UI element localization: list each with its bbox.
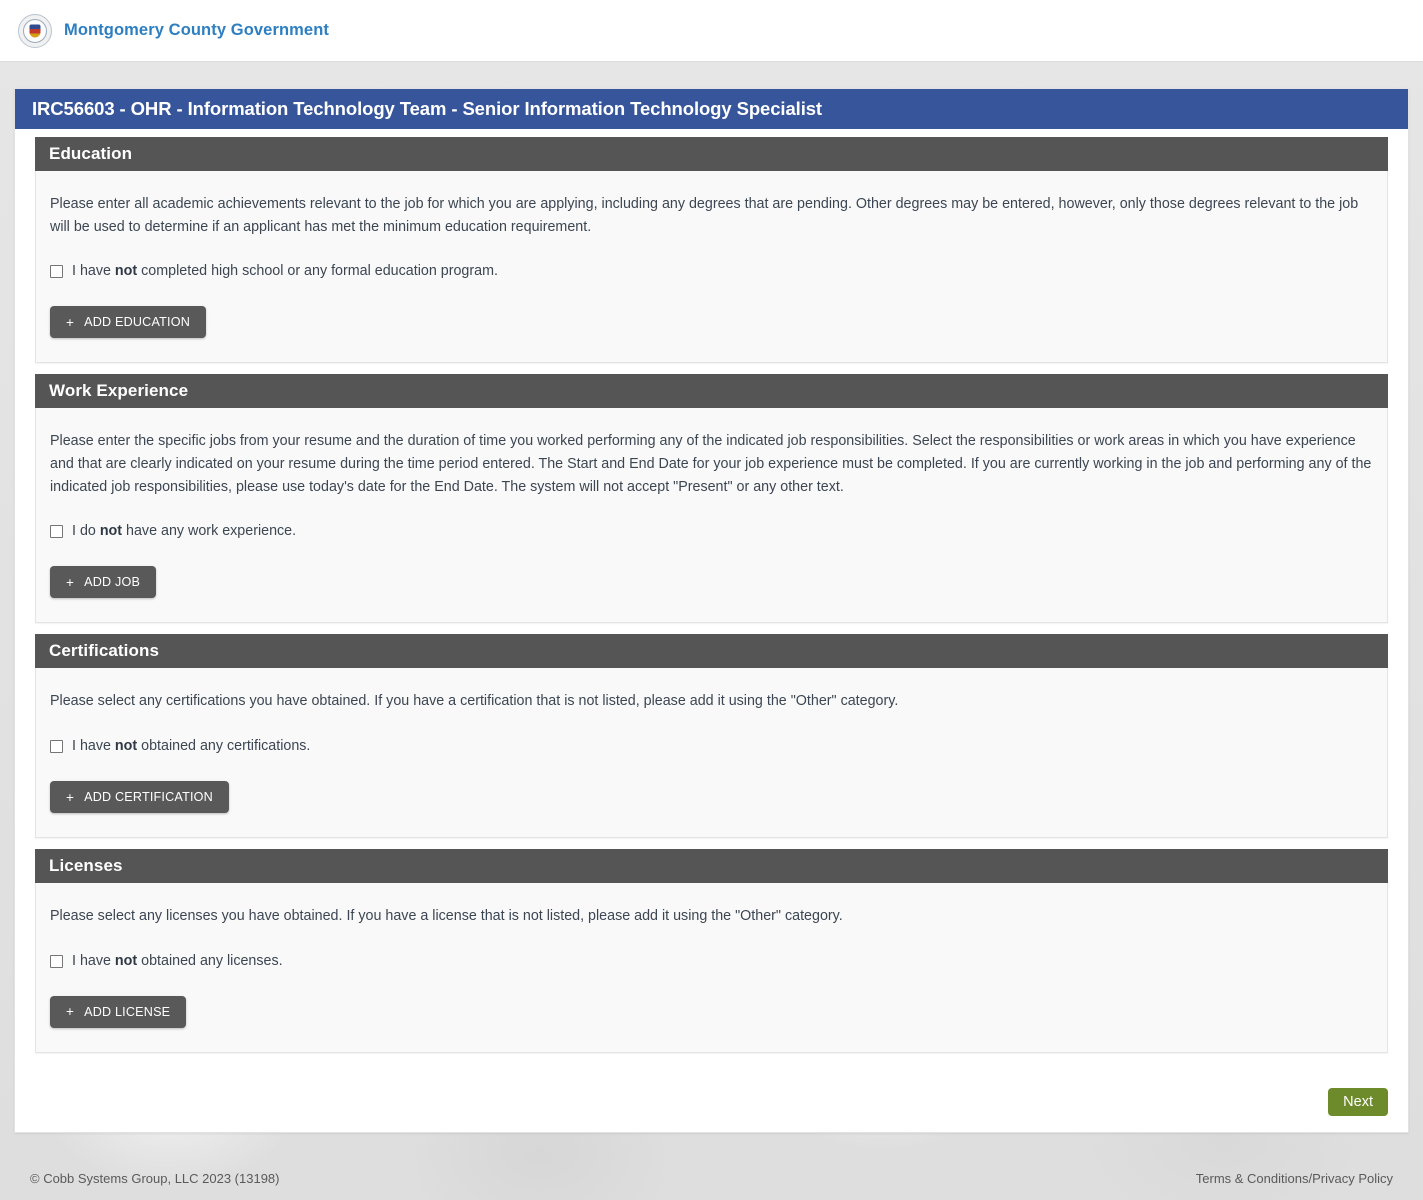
certifications-none-checkbox-row[interactable]: I have not obtained any certifications. [50,739,1373,753]
section-licenses: Licenses Please select any licenses you … [35,849,1388,1054]
education-no-school-label: I have not completed high school or any … [72,263,498,280]
sections-container: Education Please enter all academic achi… [15,129,1408,1054]
section-certifications-description: Please select any certifications you hav… [50,693,899,710]
add-certification-button-label: ADD CERTIFICATION [84,790,213,805]
footer-copyright: © Cobb Systems Group, LLC 2023 (13198) [30,1170,280,1186]
add-education-button-label: ADD EDUCATION [84,315,191,330]
section-licenses-body: Please select any licenses you have obta… [35,883,1388,1054]
plus-icon: + [66,789,75,805]
education-no-school-checkbox-row[interactable]: I have not completed high school or any … [50,264,1373,278]
plus-icon: + [66,314,75,330]
work-experience-none-checkbox[interactable] [50,524,63,538]
section-education-body: Please enter all academic achievements r… [35,171,1388,364]
work-experience-none-checkbox-row[interactable]: I do not have any work experience. [50,524,1373,538]
education-no-school-checkbox[interactable] [50,264,63,278]
form-navigation: Next [15,1064,1408,1132]
add-job-button[interactable]: + ADD JOB [50,566,157,599]
section-work-experience-heading: Work Experience [35,374,1388,409]
section-certifications-heading: Certifications [35,634,1388,669]
section-certifications-body: Please select any certifications you hav… [35,668,1388,839]
section-education-heading: Education [35,137,1388,171]
section-work-experience: Work Experience Please enter the specifi… [35,374,1388,624]
licenses-none-checkbox-row[interactable]: I have not obtained any licenses. [50,954,1373,968]
section-licenses-description: Please select any licenses you have obta… [50,908,843,925]
licenses-none-label: I have not obtained any licenses. [72,952,283,969]
section-work-experience-description: Please enter the specific jobs from your… [50,433,1372,495]
section-education: Education Please enter all academic achi… [35,137,1388,364]
add-license-button-label: ADD LICENSE [84,1005,171,1020]
brand-bar: Montgomery County Government [0,0,1423,62]
add-education-button[interactable]: + ADD EDUCATION [50,306,207,339]
licenses-none-checkbox[interactable] [50,954,63,968]
section-certifications: Certifications Please select any certifi… [35,634,1388,839]
plus-icon: + [66,1004,75,1020]
page-footer: © Cobb Systems Group, LLC 2023 (13198) T… [0,1156,1423,1200]
section-licenses-heading: Licenses [35,849,1388,884]
next-button[interactable]: Next [1328,1088,1388,1117]
certifications-none-checkbox[interactable] [50,739,63,753]
add-certification-button[interactable]: + ADD CERTIFICATION [50,781,229,814]
county-seal-icon [18,13,52,48]
application-card: IRC56603 - OHR - Information Technology … [14,88,1409,1134]
work-experience-none-label: I do not have any work experience. [72,523,297,540]
certifications-none-label: I have not obtained any certifications. [72,738,311,755]
add-job-button-label: ADD JOB [84,575,141,590]
add-license-button[interactable]: + ADD LICENSE [50,996,187,1029]
section-work-experience-body: Please enter the specific jobs from your… [35,408,1388,624]
job-title-bar: IRC56603 - OHR - Information Technology … [15,89,1408,129]
plus-icon: + [66,574,75,590]
footer-legal-link[interactable]: Terms & Conditions/Privacy Policy [1196,1171,1393,1186]
section-education-description: Please enter all academic achievements r… [50,196,1359,235]
brand-name: Montgomery County Government [64,21,329,39]
